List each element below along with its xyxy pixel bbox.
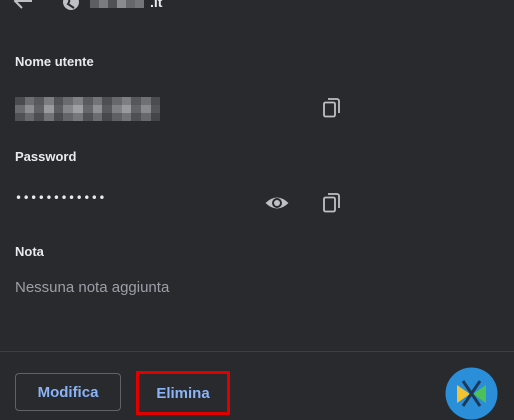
edit-button[interactable]: Modifica — [15, 373, 121, 411]
copy-icon — [323, 98, 340, 118]
password-details-panel: .it Nome utente Password •••••••••••• No… — [0, 0, 514, 420]
globe-icon — [63, 0, 79, 10]
copy-password-button[interactable] — [319, 189, 345, 215]
username-value-redacted — [15, 97, 161, 121]
note-label: Nota — [15, 244, 44, 259]
site-domain-redacted — [90, 0, 144, 8]
site-domain-suffix: .it — [150, 0, 163, 10]
eye-icon — [265, 197, 289, 209]
app-logo — [445, 367, 498, 420]
copy-username-button[interactable] — [319, 94, 345, 120]
note-value: Nessuna nota aggiunta — [15, 279, 170, 296]
header-bar: .it — [0, 0, 514, 16]
password-masked-value: •••••••••••• — [15, 191, 106, 205]
copy-icon — [323, 193, 340, 213]
footer-divider — [0, 351, 514, 352]
arrow-back-icon[interactable] — [12, 0, 34, 10]
delete-button[interactable]: Elimina — [136, 371, 230, 415]
password-label: Password — [15, 149, 77, 164]
username-label: Nome utente — [15, 54, 94, 69]
show-password-button[interactable] — [264, 190, 290, 216]
